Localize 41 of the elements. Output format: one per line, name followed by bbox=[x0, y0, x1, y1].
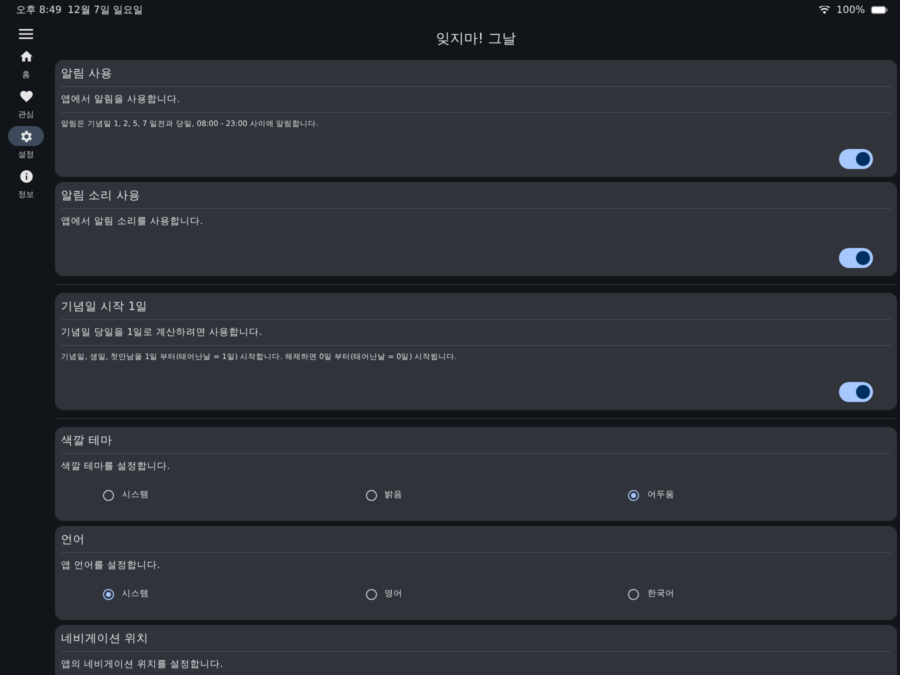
toggle-switch[interactable] bbox=[839, 248, 873, 268]
info-icon bbox=[18, 168, 34, 184]
radio-circle[interactable] bbox=[366, 490, 377, 500]
toggle-switch[interactable] bbox=[839, 382, 873, 402]
nav-item[interactable]: 관심 bbox=[8, 86, 44, 120]
nav-item[interactable]: 정보 bbox=[8, 166, 44, 200]
setting-description: 앱에서 알림 소리를 사용합니다. bbox=[61, 215, 204, 229]
app-title: 잊지마! 그날 bbox=[434, 30, 518, 49]
status-date: 12월 7일 일요일 bbox=[68, 4, 144, 17]
setting-title: 알림 소리 사용 bbox=[61, 182, 891, 209]
radio-option[interactable]: 한국어 bbox=[628, 588, 674, 600]
setting-description: 기념일 당일을 1일로 계산하려면 사용합니다. bbox=[61, 320, 891, 346]
radio-circle[interactable] bbox=[628, 588, 640, 600]
setting-title: 언어 bbox=[61, 526, 891, 553]
radio-circle[interactable] bbox=[103, 588, 114, 600]
nav-item[interactable]: 홈 bbox=[8, 46, 44, 80]
radio-option[interactable]: 어두움 bbox=[628, 489, 674, 501]
setting-title: 알림 사용 bbox=[61, 60, 891, 87]
setting-title: 네비게이션 위치 bbox=[61, 625, 891, 652]
heart-icon bbox=[18, 88, 34, 104]
radio-option[interactable]: 밝음 bbox=[366, 489, 403, 501]
radio-circle[interactable] bbox=[103, 490, 114, 500]
setting-title: 색깔 테마 bbox=[61, 427, 891, 454]
battery-percent: 100% bbox=[836, 4, 865, 16]
setting-description: 색깔 테마를 설정합니다. bbox=[61, 460, 172, 474]
radio-circle[interactable] bbox=[628, 490, 640, 500]
radio-option[interactable]: 영어 bbox=[366, 588, 403, 600]
setting-description: 앱 언어를 설정합니다. bbox=[61, 559, 162, 573]
setting-title: 기념일 시작 1일 bbox=[61, 293, 891, 320]
status-time: 오후 8:49 bbox=[16, 4, 62, 17]
radio-option[interactable]: 시스템 bbox=[103, 489, 149, 501]
radio-circle[interactable] bbox=[366, 588, 377, 600]
wifi-icon bbox=[819, 6, 830, 14]
toggle-switch[interactable] bbox=[839, 149, 873, 169]
radio-option[interactable]: 시스템 bbox=[103, 588, 149, 600]
battery-icon bbox=[871, 6, 888, 14]
menu-icon[interactable] bbox=[19, 28, 33, 40]
setting-description: 앱의 네비게이션 위치를 설정합니다. bbox=[61, 658, 224, 672]
setting-description: 앱에서 알림을 사용합니다. bbox=[61, 87, 891, 113]
gear-icon bbox=[18, 128, 34, 144]
home-icon bbox=[18, 48, 34, 64]
